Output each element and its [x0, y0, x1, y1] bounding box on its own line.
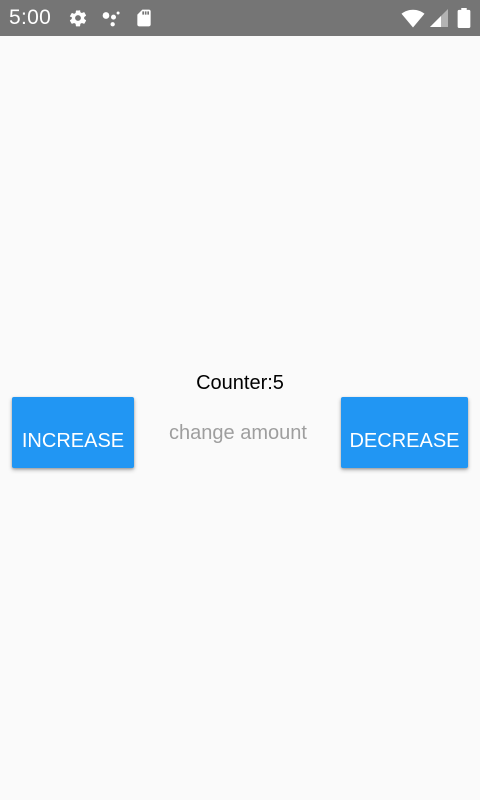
wifi-icon: [401, 8, 425, 28]
app-content: Counter:5 INCREASE DECREASE: [0, 36, 480, 800]
status-time: 5:00: [9, 6, 52, 29]
decrease-button[interactable]: DECREASE: [341, 397, 468, 468]
change-amount-input[interactable]: [146, 418, 330, 448]
increase-button[interactable]: INCREASE: [12, 397, 134, 468]
decrease-button-label: DECREASE: [349, 429, 460, 452]
sd-card-icon: [134, 8, 154, 28]
increase-button-label: INCREASE: [21, 429, 125, 452]
counter-label: Counter:5: [196, 372, 284, 394]
assistant-dots-icon: [101, 8, 121, 28]
battery-icon: [457, 8, 471, 28]
signal-icon: [427, 8, 449, 28]
gear-icon: [68, 8, 88, 28]
status-bar: 5:00: [0, 0, 480, 36]
